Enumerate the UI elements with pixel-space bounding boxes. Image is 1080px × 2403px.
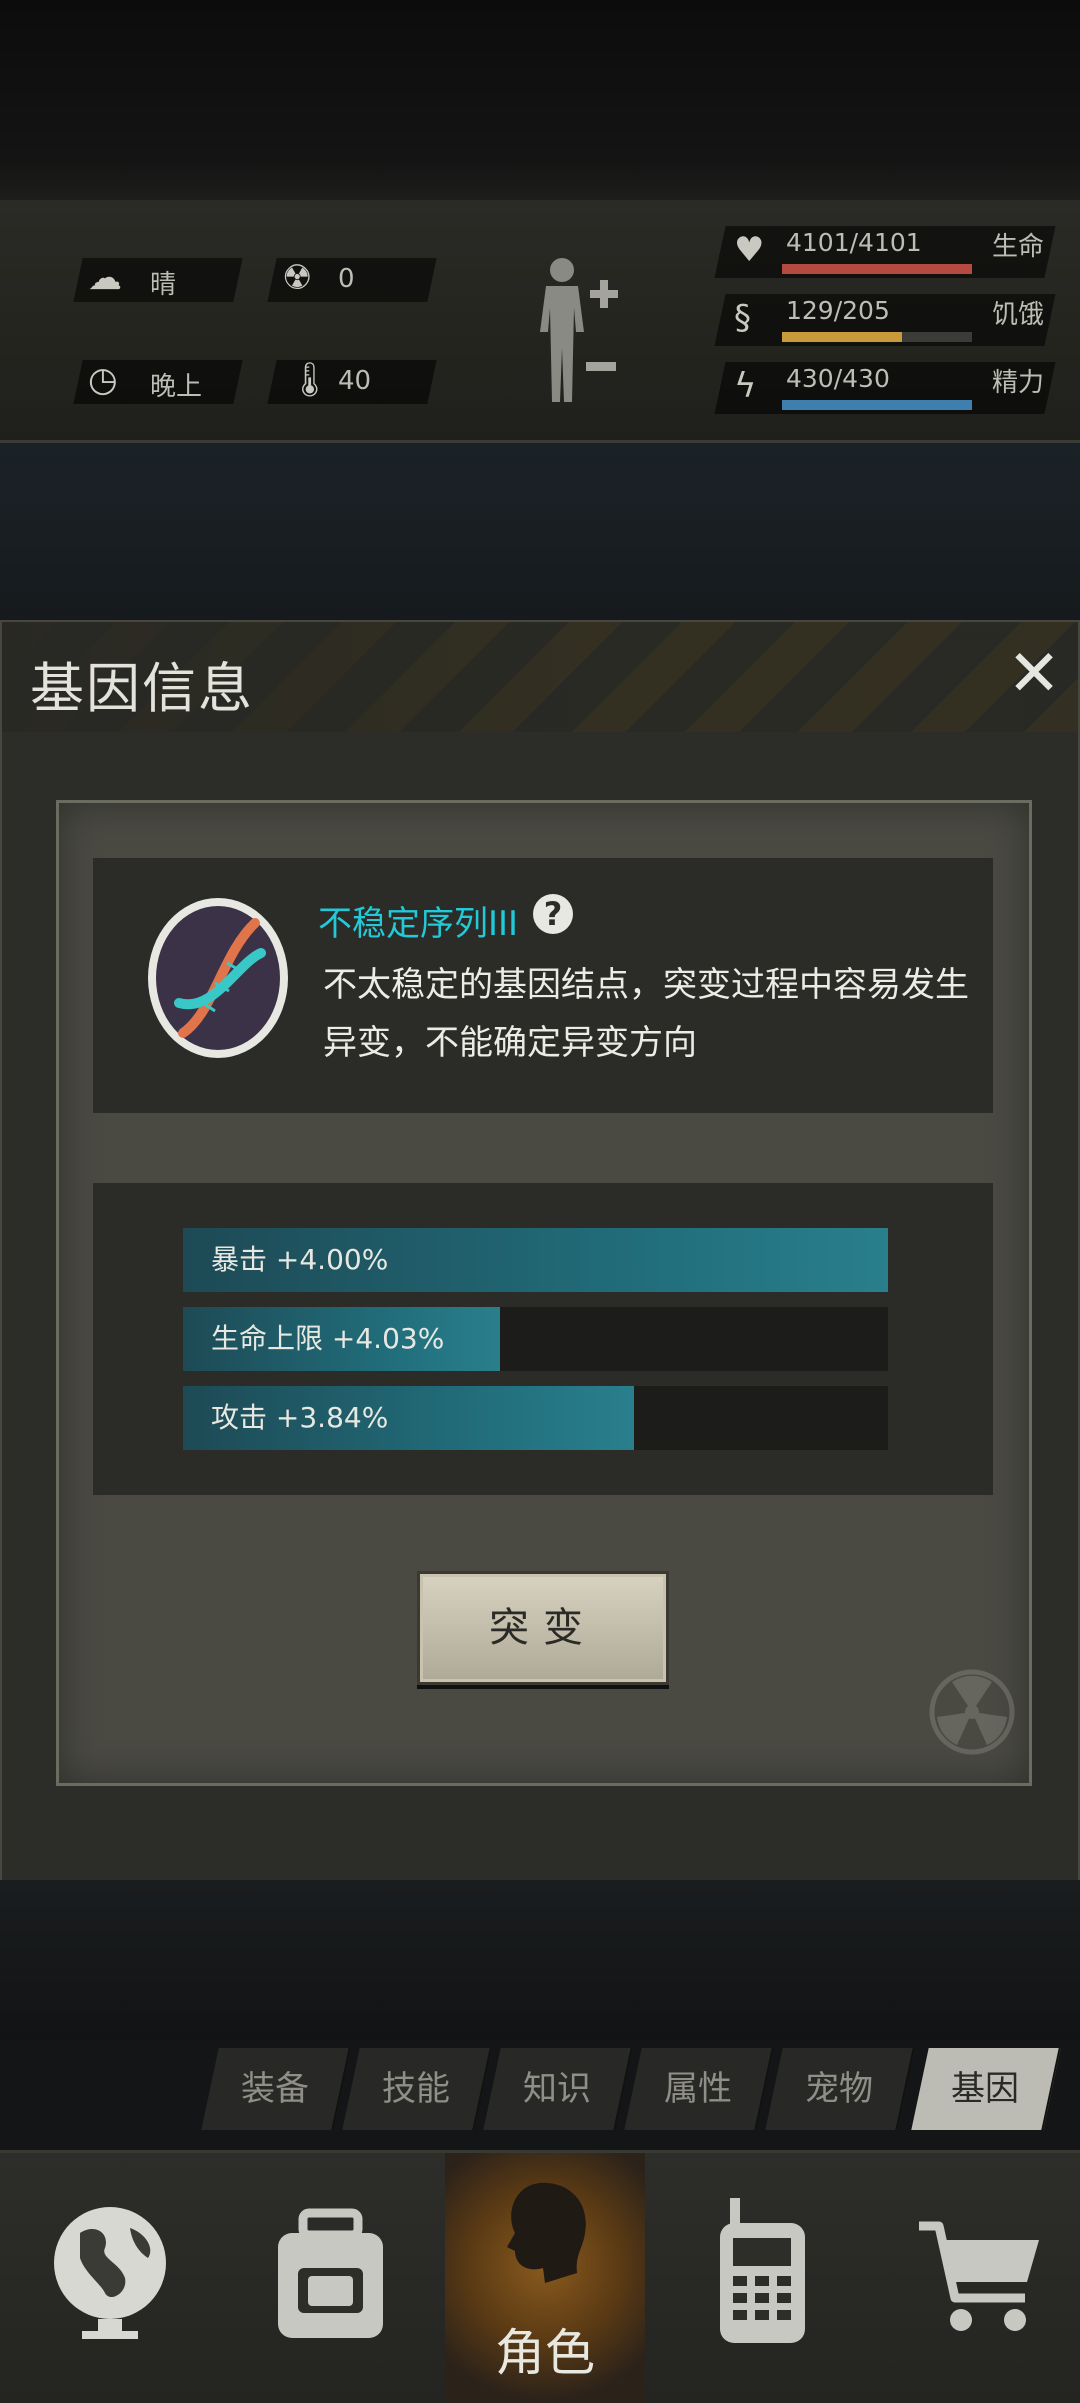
close-icon[interactable]: ✕ — [1002, 642, 1066, 706]
tab-knowledge-label: 知识 — [523, 2069, 591, 2109]
gene-info-box: 不稳定序列III ? 不太稳定的基因结点，突变过程中容易发生异变，不能确定异变方… — [93, 858, 993, 1113]
bottom-nav: 角色 — [0, 2150, 1080, 2403]
nav-world[interactable] — [0, 2153, 220, 2403]
nav-character[interactable]: 角色 — [445, 2153, 645, 2403]
attribute-label: 攻击 +3.84% — [211, 1401, 389, 1434]
background-scene — [0, 443, 1080, 623]
tab-equipment-label: 装备 — [241, 2069, 309, 2109]
gene-info-dialog: 基因信息 ✕ 不稳定序列III ? 不太稳定的基因结点，突变过程中容易发生异变，… — [0, 620, 1080, 1884]
cloud-sun-icon: ☁ — [88, 258, 122, 298]
energy-stat: ϟ 430/430 精力 — [714, 358, 1060, 418]
heart-monitor-icon: ♥ — [734, 230, 765, 270]
tab-skills-label: 技能 — [382, 2069, 450, 2109]
health-label: 生命 — [992, 232, 1045, 262]
backpack-icon — [278, 2208, 383, 2338]
tab-genes-label: 基因 — [951, 2069, 1019, 2109]
attribute-row-crit: 暴击 +4.00% — [183, 1228, 888, 1292]
attribute-label: 生命上限 +4.03% — [211, 1322, 445, 1355]
energy-label: 精力 — [992, 368, 1045, 398]
hud-panel: ☁ 晴 ☢ 0 ◷ 晚上 🌡 40 ♥ 4101/4101 生命 § 129/2… — [0, 200, 1080, 443]
background-scene-lower — [0, 1880, 1080, 2040]
attribute-row-max-hp: 生命上限 +4.03% — [183, 1307, 888, 1371]
clock-icon: ◷ — [88, 360, 118, 400]
time-of-day-text: 晚上 — [150, 372, 203, 402]
thermometer-icon: 🌡 — [288, 360, 332, 400]
help-icon[interactable]: ? — [533, 894, 573, 934]
attribute-list: 暴击 +4.00% 生命上限 +4.03% 攻击 +3.84% — [93, 1183, 993, 1495]
hunger-stat: § 129/205 饥饿 — [714, 290, 1060, 350]
cart-icon — [919, 2221, 1039, 2331]
health-bar — [782, 264, 972, 274]
body-status-icon[interactable] — [522, 252, 622, 412]
gene-name: 不稳定序列III — [318, 904, 519, 944]
dialog-title: 基因信息 — [30, 657, 254, 720]
gene-panel: 不稳定序列III ? 不太稳定的基因结点，突变过程中容易发生异变，不能确定异变方… — [56, 800, 1032, 1786]
radio-icon — [720, 2198, 805, 2343]
hunger-value: 129/205 — [786, 296, 890, 325]
energy-head-icon: ϟ — [734, 366, 757, 406]
character-tabs: 装备 技能 知识 属性 宠物 基因 — [196, 2048, 1061, 2130]
hunger-bar — [782, 332, 902, 342]
hunger-label: 饥饿 — [992, 300, 1045, 330]
mutate-button[interactable]: 突变 — [417, 1571, 669, 1685]
nav-radio[interactable] — [650, 2153, 870, 2403]
tab-pets-label: 宠物 — [805, 2069, 873, 2109]
attribute-row-attack: 攻击 +3.84% — [183, 1386, 888, 1450]
energy-value: 430/430 — [786, 364, 890, 393]
globe-icon — [54, 2207, 166, 2339]
nav-character-label: 角色 — [495, 2324, 595, 2382]
weather-text: 晴 — [150, 270, 177, 300]
temperature-value: 40 — [338, 366, 372, 396]
stomach-icon: § — [734, 298, 751, 338]
health-stat: ♥ 4101/4101 生命 — [714, 222, 1060, 282]
gene-description: 不太稳定的基因结点，突变过程中容易发生异变，不能确定异变方向 — [323, 965, 969, 1063]
radiation-watermark-icon — [929, 1669, 1015, 1755]
mutate-button-label: 突变 — [489, 1605, 597, 1651]
status-area — [0, 0, 1080, 200]
nav-backpack[interactable] — [220, 2153, 440, 2403]
nav-shop[interactable] — [870, 2153, 1080, 2403]
health-value: 4101/4101 — [786, 228, 922, 257]
radiation-value: 0 — [338, 264, 355, 294]
tab-attributes-label: 属性 — [664, 2069, 732, 2109]
character-icon — [507, 2182, 586, 2283]
energy-bar — [782, 400, 972, 410]
radiation-icon: ☢ — [282, 258, 313, 298]
attribute-label: 暴击 +4.00% — [211, 1243, 389, 1276]
dna-icon — [148, 898, 288, 1058]
